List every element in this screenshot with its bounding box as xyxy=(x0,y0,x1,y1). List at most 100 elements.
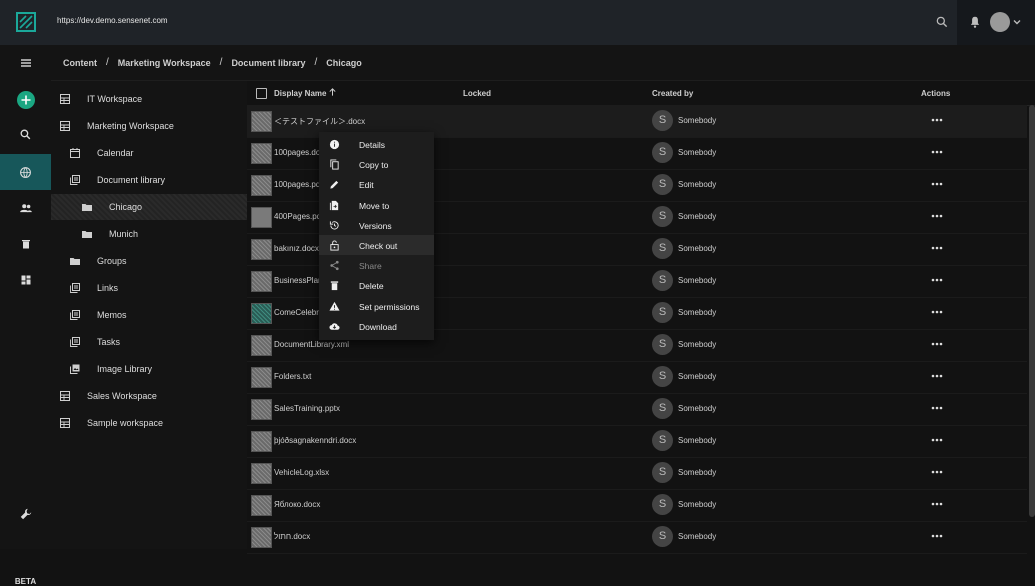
breadcrumb-item[interactable]: Marketing Workspace xyxy=(118,58,211,68)
context-menu-item[interactable]: Move to xyxy=(319,195,434,215)
more-actions-icon[interactable] xyxy=(930,369,944,383)
creator-name: Somebody xyxy=(678,500,717,509)
table-row[interactable]: חתול.docx S Somebody xyxy=(247,521,1027,554)
dashboard-nav-button[interactable] xyxy=(0,262,51,298)
context-menu-item[interactable]: Check out xyxy=(319,235,434,255)
tree-item[interactable]: Tasks xyxy=(51,329,247,355)
creator-name: Somebody xyxy=(678,436,717,445)
tree-item[interactable]: Marketing Workspace xyxy=(51,113,247,139)
context-menu-item[interactable]: Versions xyxy=(319,215,434,235)
creator-name: Somebody xyxy=(678,372,717,381)
trash-icon xyxy=(330,281,339,291)
cloud-download-icon xyxy=(329,323,340,330)
tree-item[interactable]: IT Workspace xyxy=(51,86,247,112)
sensenet-logo-icon[interactable] xyxy=(14,10,38,34)
tree-item[interactable]: Calendar xyxy=(51,140,247,166)
context-menu-item[interactable]: Download xyxy=(319,316,434,336)
list-scrollbar[interactable] xyxy=(1029,105,1035,517)
tree-item[interactable]: Memos xyxy=(51,302,247,328)
share-icon xyxy=(330,261,339,271)
breadcrumb-item[interactable]: Document library xyxy=(231,58,305,68)
context-menu-item[interactable]: Share xyxy=(319,255,434,275)
file-thumbnail xyxy=(251,431,272,452)
folder-icon xyxy=(82,204,92,211)
tree-item[interactable]: Chicago xyxy=(51,194,247,220)
file-name[interactable]: 400Pages.pdf xyxy=(274,212,323,221)
content-nav-button[interactable] xyxy=(0,154,51,190)
more-actions-icon[interactable] xyxy=(930,241,944,255)
context-menu-item[interactable]: Copy to xyxy=(319,154,434,174)
trash-nav-button[interactable] xyxy=(0,226,51,262)
more-actions-icon[interactable] xyxy=(930,145,944,159)
more-actions-icon[interactable] xyxy=(930,273,944,287)
tree-item-label: Links xyxy=(97,283,119,293)
setup-nav-button[interactable] xyxy=(0,496,51,532)
file-name[interactable]: VehicleLog.xlsx xyxy=(274,468,329,477)
file-name[interactable]: ＜テストファイル＞.docx xyxy=(274,116,365,127)
tree-item-label: Sample workspace xyxy=(87,418,164,428)
file-name[interactable]: Яблоко.docx xyxy=(274,500,320,509)
notification-bell-icon[interactable] xyxy=(968,15,982,29)
creator-name: Somebody xyxy=(678,276,717,285)
users-icon xyxy=(19,204,32,213)
more-actions-icon[interactable] xyxy=(930,209,944,223)
user-avatar[interactable] xyxy=(990,12,1010,32)
table-row[interactable]: SalesTraining.pptx S Somebody xyxy=(247,393,1027,426)
context-menu-label: Move to xyxy=(359,200,390,211)
file-name[interactable]: DocumentLibrary.xml xyxy=(274,340,349,349)
more-actions-icon[interactable] xyxy=(930,465,944,479)
column-actions: Actions xyxy=(921,89,951,98)
tree-item[interactable]: Links xyxy=(51,275,247,301)
file-name[interactable]: bakınız.docx xyxy=(274,244,319,253)
table-row[interactable]: Folders.txt S Somebody xyxy=(247,361,1027,394)
creator-name: Somebody xyxy=(678,468,717,477)
context-menu-item[interactable]: Delete xyxy=(319,275,434,295)
more-actions-icon[interactable] xyxy=(930,529,944,543)
tree-item[interactable]: Sales Workspace xyxy=(51,383,247,409)
column-locked[interactable]: Locked xyxy=(463,89,491,98)
file-name[interactable]: חתול.docx xyxy=(274,532,310,541)
table-row[interactable]: VehicleLog.xlsx S Somebody xyxy=(247,457,1027,490)
search-nav-button[interactable] xyxy=(0,116,51,152)
context-menu-item[interactable]: Edit xyxy=(319,174,434,194)
breadcrumb-item[interactable]: Chicago xyxy=(326,58,362,68)
file-name[interactable]: 100pages.pdf xyxy=(274,180,323,189)
tree-item[interactable]: Image Library xyxy=(51,356,247,382)
tree-item[interactable]: Sample workspace xyxy=(51,410,247,436)
creator-avatar: S xyxy=(652,270,673,291)
file-name[interactable]: Folders.txt xyxy=(274,372,311,381)
tree-item[interactable]: Document library xyxy=(51,167,247,193)
move-icon xyxy=(329,200,339,210)
context-menu-item[interactable]: Set permissions xyxy=(319,296,434,316)
select-all-checkbox[interactable] xyxy=(256,88,267,99)
chevron-down-icon[interactable] xyxy=(1012,17,1022,27)
menu-button[interactable] xyxy=(0,45,51,81)
creator-name: Somebody xyxy=(678,116,717,125)
add-button[interactable] xyxy=(0,82,51,118)
file-thumbnail xyxy=(251,527,272,548)
more-actions-icon[interactable] xyxy=(930,177,944,191)
context-menu-item[interactable]: Details xyxy=(319,134,434,154)
users-nav-button[interactable] xyxy=(0,190,51,226)
more-actions-icon[interactable] xyxy=(930,337,944,351)
tree-item[interactable]: Munich xyxy=(51,221,247,247)
sort-ascending-icon[interactable] xyxy=(328,87,337,97)
tree-item-label: Sales Workspace xyxy=(87,391,157,401)
search-icon[interactable] xyxy=(935,15,949,29)
more-actions-icon[interactable] xyxy=(930,433,944,447)
more-actions-icon[interactable] xyxy=(930,497,944,511)
more-actions-icon[interactable] xyxy=(930,113,944,127)
table-row[interactable]: þjóðsagnakenndri.docx S Somebody xyxy=(247,425,1027,458)
more-actions-icon[interactable] xyxy=(930,401,944,415)
repository-url[interactable]: https://dev.demo.sensenet.com xyxy=(57,16,168,25)
column-created-by[interactable]: Created by xyxy=(652,89,693,98)
column-display-name[interactable]: Display Name xyxy=(274,89,326,98)
tree-item[interactable]: Groups xyxy=(51,248,247,274)
breadcrumb-item[interactable]: Content xyxy=(63,58,97,68)
more-actions-icon[interactable] xyxy=(930,305,944,319)
file-name[interactable]: þjóðsagnakenndri.docx xyxy=(274,436,356,445)
creator-avatar: S xyxy=(652,526,673,547)
table-row[interactable]: Яблоко.docx S Somebody xyxy=(247,489,1027,522)
search-icon xyxy=(20,129,31,139)
file-name[interactable]: SalesTraining.pptx xyxy=(274,404,340,413)
